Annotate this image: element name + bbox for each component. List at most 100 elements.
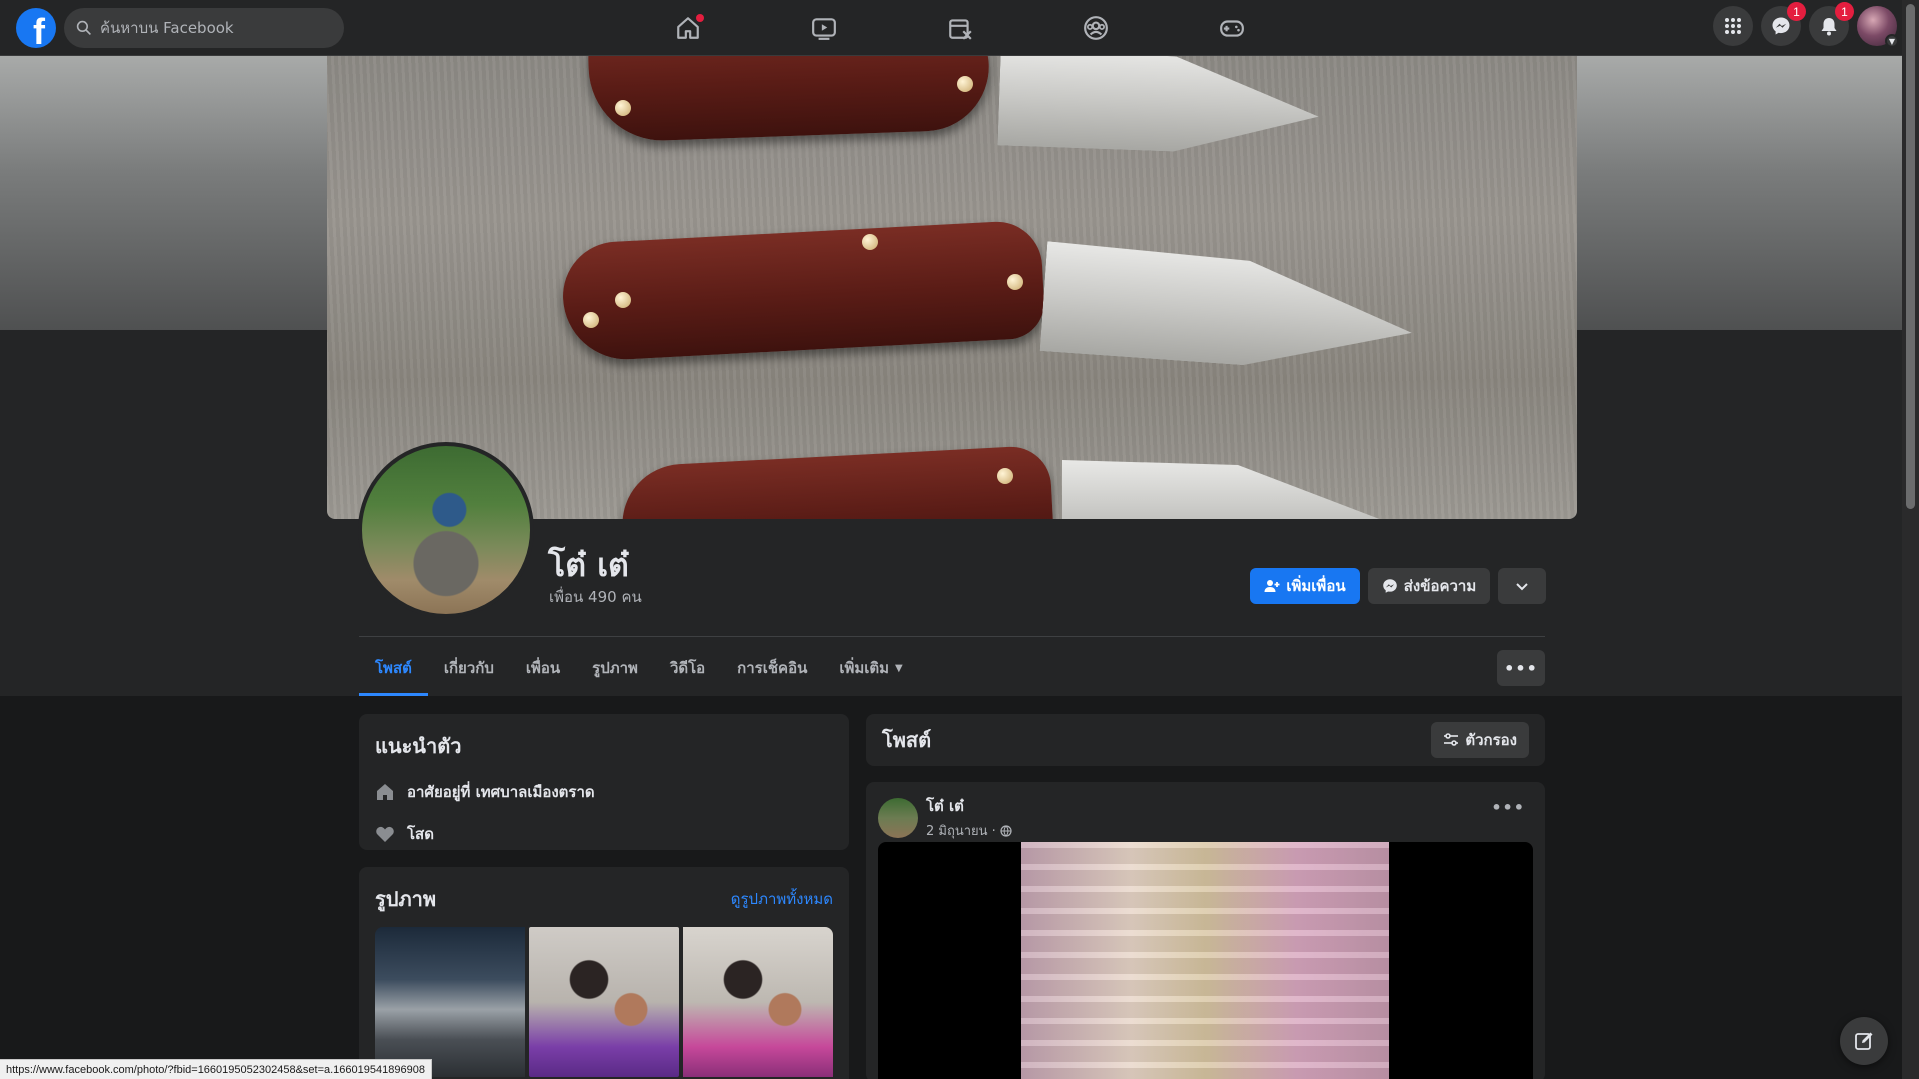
more-dots-icon: ••• (1491, 798, 1525, 817)
facebook-logo[interactable]: f (16, 8, 56, 48)
posts-header-card: โพสต์ ตัวกรอง (866, 714, 1545, 766)
see-all-photos-link[interactable]: ดูรูปภาพทั้งหมด (731, 887, 833, 911)
tab-friends[interactable]: เพื่อน (510, 640, 576, 696)
notifications-button[interactable]: 1 (1809, 2, 1854, 46)
chevron-down-icon (1516, 583, 1528, 591)
account-avatar[interactable]: ▼ (1857, 6, 1899, 48)
rivet (862, 234, 878, 250)
marketplace-icon (949, 19, 972, 40)
filter-label: ตัวกรอง (1465, 731, 1517, 749)
intro-title: แนะนำตัว (375, 734, 462, 758)
scrollbar-thumb[interactable] (1906, 4, 1915, 509)
post-author[interactable]: โต๋ เต๋ (926, 794, 1012, 818)
rivet (583, 312, 599, 328)
more-options-dropdown[interactable] (1498, 568, 1546, 604)
rivet (997, 468, 1013, 484)
search-icon (76, 20, 91, 35)
watch-icon (812, 18, 836, 40)
cover-photo[interactable] (327, 56, 1577, 519)
messenger-icon (1382, 579, 1397, 593)
rivet (957, 76, 973, 92)
main-nav-tabs (620, 0, 1300, 56)
post-header: โต๋ เต๋ 2 มิถุนายน · (878, 794, 1533, 841)
home-notification-dot (696, 14, 704, 22)
globe-icon (1000, 824, 1012, 837)
messenger-button[interactable]: 1 (1761, 2, 1806, 46)
profile-actions: เพิ่มเพื่อน ส่งข้อความ (1250, 568, 1546, 604)
profile-picture[interactable] (358, 442, 534, 618)
post-options-button[interactable]: ••• (1491, 798, 1525, 817)
photo-thumbnail[interactable] (529, 927, 679, 1077)
message-label: ส่งข้อความ (1403, 577, 1477, 595)
photo-thumbnail[interactable] (375, 927, 525, 1077)
post-date-text[interactable]: 2 มิถุนายน · (926, 820, 996, 841)
browser-status-bar: https://www.facebook.com/photo/?fbid=166… (0, 1059, 432, 1079)
nav-tab-home[interactable] (620, 0, 756, 56)
search-input[interactable] (100, 19, 320, 37)
tab-more[interactable]: เพิ่มเติม ▼ (823, 640, 918, 696)
nav-tab-marketplace[interactable] (892, 0, 1028, 56)
photo-grid (375, 927, 833, 1077)
relationship-text: โสด (407, 825, 434, 843)
top-navigation-bar: f 1 1 ▼ (0, 0, 1919, 56)
knife-handle (587, 56, 991, 143)
filter-button[interactable]: ตัวกรอง (1431, 722, 1529, 758)
photos-card: รูปภาพ ดูรูปภาพทั้งหมด (359, 867, 849, 1079)
posts-title: โพสต์ (882, 728, 932, 752)
search-box[interactable] (64, 8, 344, 48)
tab-about[interactable]: เกี่ยวกับ (428, 640, 510, 696)
home-icon (377, 784, 393, 800)
lives-in-text: อาศัยอยู่ที่ เทศบาลเมืองตราด (407, 783, 595, 801)
rivet (1007, 274, 1023, 290)
intro-card: แนะนำตัว อาศัยอยู่ที่ เทศบาลเมืองตราด โส… (359, 714, 849, 850)
knife-blade (1062, 460, 1382, 519)
grid-menu-icon (1725, 18, 1741, 34)
rivet (615, 100, 631, 116)
tab-more-label: เพิ่มเติม (839, 659, 890, 677)
bell-icon (1821, 18, 1837, 36)
groups-icon (1084, 16, 1108, 40)
post-card: โต๋ เต๋ 2 มิถุนายน · ••• (866, 782, 1545, 1079)
photo-thumbnail[interactable] (683, 927, 833, 1077)
more-dots-icon: ••• (1504, 658, 1538, 678)
add-friend-button[interactable]: เพิ่มเพื่อน (1250, 568, 1360, 604)
knife-blade (997, 56, 1320, 157)
add-friend-icon (1264, 580, 1280, 592)
message-button[interactable]: ส่งข้อความ (1368, 568, 1490, 604)
photos-header: รูปภาพ ดูรูปภาพทั้งหมด (375, 883, 833, 915)
intro-relationship: โสด (375, 822, 833, 846)
nav-tab-watch[interactable] (756, 0, 892, 56)
post-media[interactable] (878, 842, 1533, 1079)
tab-checkins[interactable]: การเช็คอิน (721, 640, 823, 696)
tab-posts[interactable]: โพสต์ (359, 640, 428, 696)
profile-more-button[interactable]: ••• (1497, 650, 1545, 686)
messenger-icon (1772, 17, 1790, 35)
new-message-button[interactable] (1840, 1017, 1888, 1065)
header-divider (359, 636, 1545, 637)
photos-title: รูปภาพ (375, 887, 437, 911)
messenger-badge: 1 (1787, 2, 1806, 21)
post-author-avatar[interactable] (878, 797, 918, 838)
knife-handle (619, 444, 1055, 519)
tab-videos[interactable]: วิดีโอ (654, 640, 721, 696)
profile-name: โต๋ เต๋ (548, 546, 629, 584)
nav-tab-groups[interactable] (1028, 0, 1164, 56)
compose-icon (1855, 1032, 1873, 1050)
post-photo[interactable] (1021, 842, 1389, 1079)
account-controls: 1 1 ▼ (1713, 2, 1899, 48)
nav-tab-gaming[interactable] (1164, 0, 1300, 56)
post-date: 2 มิถุนายน · (926, 820, 1012, 841)
chevron-down-icon: ▼ (1885, 34, 1899, 48)
filter-icon (1444, 733, 1459, 746)
menu-button[interactable] (1713, 6, 1753, 46)
notifications-badge: 1 (1835, 2, 1854, 21)
caret-down-icon: ▼ (895, 662, 903, 674)
add-friend-label: เพิ่มเพื่อน (1286, 577, 1346, 595)
tab-photos[interactable]: รูปภาพ (576, 640, 654, 696)
rivet (615, 292, 631, 308)
gaming-icon (1220, 20, 1244, 37)
friend-count[interactable]: เพื่อน 490 คน (549, 585, 642, 609)
facebook-logo-letter: f (33, 11, 45, 49)
knife-blade (1040, 241, 1417, 377)
page-scrollbar[interactable] (1902, 0, 1919, 1079)
